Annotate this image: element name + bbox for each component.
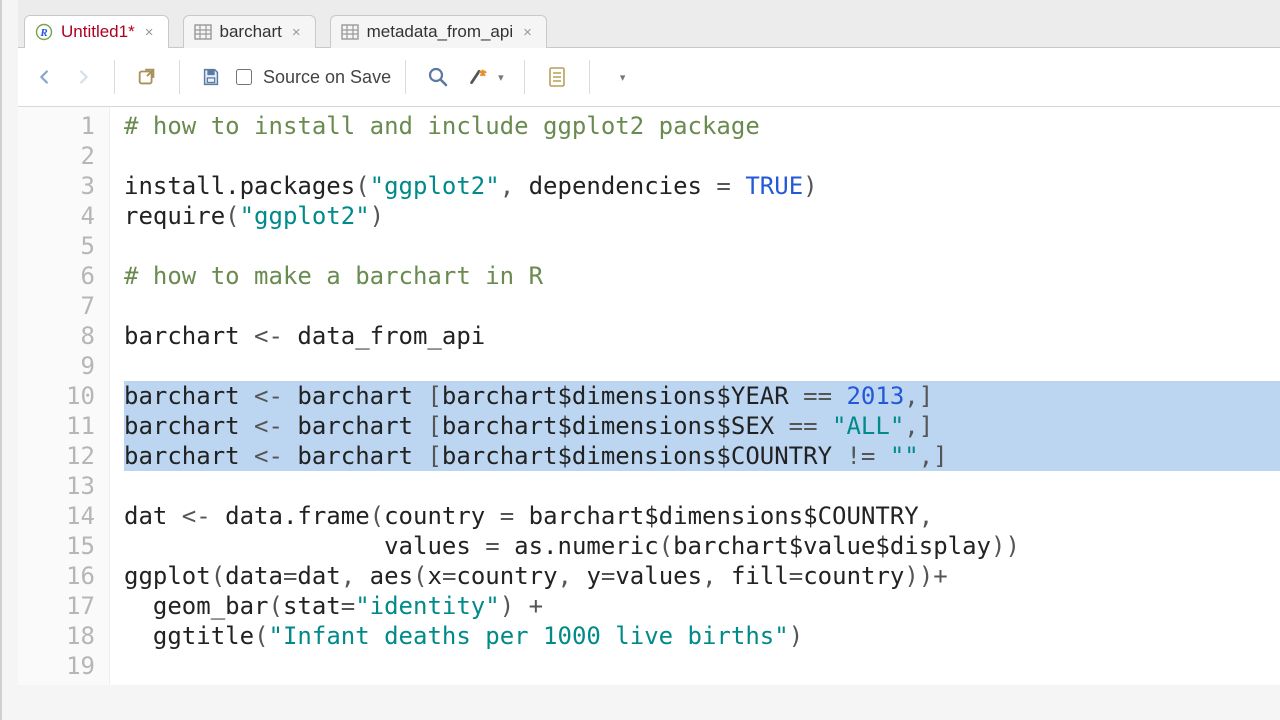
code-line[interactable]: values = as.numeric(barchart$value$displ… <box>124 531 1280 561</box>
line-number: 3 <box>18 171 95 201</box>
close-icon[interactable]: × <box>290 24 303 41</box>
compile-report-button[interactable] <box>539 60 575 94</box>
code-line[interactable]: install.packages("ggplot2", dependencies… <box>124 171 1280 201</box>
chevron-down-icon: ▾ <box>620 71 626 84</box>
line-number: 1 <box>18 111 95 141</box>
tab-label: metadata_from_api <box>367 22 513 42</box>
show-in-new-window-button[interactable] <box>129 60 165 94</box>
table-icon <box>341 23 359 41</box>
line-number: 13 <box>18 471 95 501</box>
line-number: 16 <box>18 561 95 591</box>
code-line[interactable] <box>124 351 1280 381</box>
editor-pane: R Untitled1 × barchart × metadata_from_api × S… <box>2 0 1280 685</box>
tab-barchart[interactable]: barchart × <box>183 15 316 48</box>
svg-text:R: R <box>39 27 47 39</box>
line-number: 19 <box>18 651 95 681</box>
line-number: 11 <box>18 411 95 441</box>
separator <box>405 60 406 94</box>
code-line[interactable]: dat <- data.frame(country = barchart$dim… <box>124 501 1280 531</box>
close-icon[interactable]: × <box>143 24 156 41</box>
line-number: 18 <box>18 621 95 651</box>
separator <box>589 60 590 94</box>
tab-untitled1[interactable]: R Untitled1 × <box>24 15 169 48</box>
nav-back-button[interactable] <box>28 60 62 94</box>
nav-forward-button[interactable] <box>66 60 100 94</box>
tab-label: barchart <box>220 22 282 42</box>
close-icon[interactable]: × <box>521 24 534 41</box>
source-on-save-toggle[interactable]: Source on Save <box>232 66 391 88</box>
code-line[interactable]: barchart <- barchart [barchart$dimension… <box>124 441 1280 471</box>
separator <box>179 60 180 94</box>
code-line[interactable]: barchart <- barchart [barchart$dimension… <box>124 411 1280 441</box>
source-on-save-checkbox[interactable] <box>236 69 252 85</box>
code-line[interactable]: ggplot(data=dat, aes(x=country, y=values… <box>124 561 1280 591</box>
source-on-save-label: Source on Save <box>263 67 391 88</box>
code-line[interactable]: barchart <- data_from_api <box>124 321 1280 351</box>
save-button[interactable] <box>194 60 228 94</box>
code-area[interactable]: # how to install and include ggplot2 pac… <box>110 107 1280 685</box>
separator <box>524 60 525 94</box>
line-number: 9 <box>18 351 95 381</box>
line-number: 7 <box>18 291 95 321</box>
code-line[interactable] <box>124 291 1280 321</box>
line-number: 12 <box>18 441 95 471</box>
line-number: 10 <box>18 381 95 411</box>
separator <box>114 60 115 94</box>
code-line[interactable] <box>124 651 1280 681</box>
chevron-down-icon: ▾ <box>498 71 504 84</box>
tab-metadata-from-api[interactable]: metadata_from_api × <box>330 15 547 48</box>
line-number: 2 <box>18 141 95 171</box>
editor-toolbar: Source on Save ▾ ▾ <box>18 48 1280 107</box>
code-tools-button[interactable]: ▾ <box>460 60 510 94</box>
more-menu-button[interactable]: ▾ <box>604 60 638 94</box>
line-number: 15 <box>18 531 95 561</box>
line-number: 8 <box>18 321 95 351</box>
code-line[interactable]: # how to install and include ggplot2 pac… <box>124 111 1280 141</box>
line-number: 14 <box>18 501 95 531</box>
code-editor[interactable]: 12345678910111213141516171819 # how to i… <box>18 107 1280 685</box>
code-line[interactable] <box>124 471 1280 501</box>
find-button[interactable] <box>420 60 456 94</box>
line-number: 6 <box>18 261 95 291</box>
line-number: 5 <box>18 231 95 261</box>
tab-label: Untitled1 <box>61 22 135 42</box>
code-line[interactable]: require("ggplot2") <box>124 201 1280 231</box>
table-icon <box>194 23 212 41</box>
line-number: 17 <box>18 591 95 621</box>
tab-strip: R Untitled1 × barchart × metadata_from_api × <box>18 0 1280 48</box>
line-number-gutter: 12345678910111213141516171819 <box>18 107 110 685</box>
line-number: 4 <box>18 201 95 231</box>
code-line[interactable]: # how to make a barchart in R <box>124 261 1280 291</box>
code-line[interactable]: ggtitle("Infant deaths per 1000 live bir… <box>124 621 1280 651</box>
code-line[interactable] <box>124 231 1280 261</box>
code-line[interactable]: barchart <- barchart [barchart$dimension… <box>124 381 1280 411</box>
rscript-icon: R <box>35 23 53 41</box>
code-line[interactable] <box>124 141 1280 171</box>
code-line[interactable]: geom_bar(stat="identity") + <box>124 591 1280 621</box>
